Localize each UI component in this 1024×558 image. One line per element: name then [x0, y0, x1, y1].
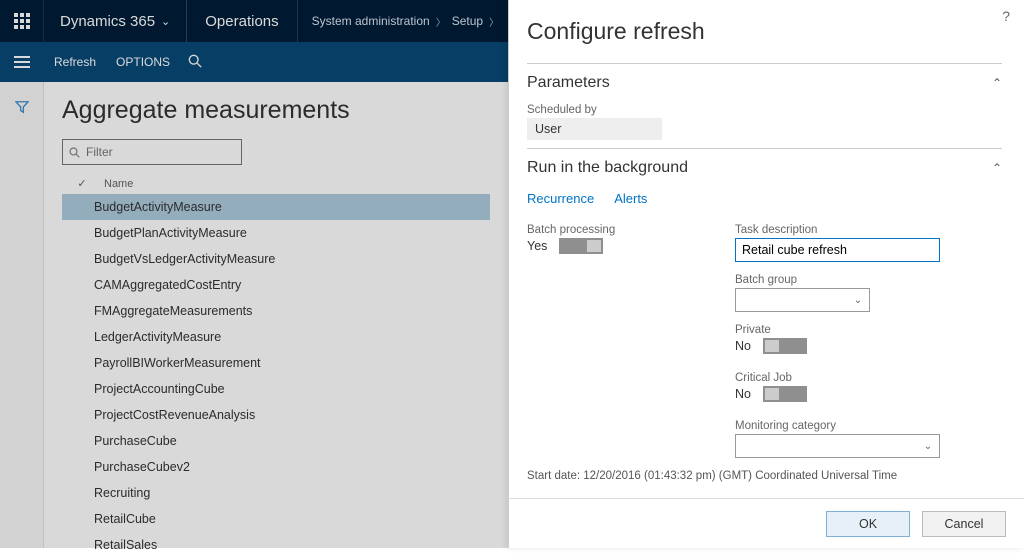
name-column-header[interactable]: Name	[104, 178, 133, 190]
private-label: Private	[735, 324, 945, 336]
pane-title: Configure refresh	[527, 18, 1002, 45]
task-description-label: Task description	[735, 224, 945, 236]
list-item[interactable]: BudgetPlanActivityMeasure	[62, 220, 490, 246]
check-column-header: ✓	[72, 177, 92, 190]
monitoring-select[interactable]: ⌄	[735, 434, 940, 458]
private-toggle[interactable]	[763, 338, 807, 354]
start-date-line: Start date: 12/20/2016 (01:43:32 pm) (GM…	[527, 470, 1002, 482]
chevron-right-icon: 〉	[436, 14, 446, 29]
background-section-header[interactable]: Run in the background ⌃	[527, 148, 1002, 185]
chevron-up-icon: ⌃	[992, 161, 1002, 175]
list-item[interactable]: RetailSales	[62, 532, 490, 558]
list-item[interactable]: Recruiting	[62, 480, 490, 506]
scheduled-by-label: Scheduled by	[527, 104, 1002, 116]
parameters-label: Parameters	[527, 74, 610, 92]
list-item[interactable]: LedgerActivityMeasure	[62, 324, 490, 350]
page-title: Aggregate measurements	[62, 96, 490, 125]
parameters-section-header[interactable]: Parameters ⌃	[527, 63, 1002, 100]
batch-processing-toggle[interactable]	[559, 238, 603, 254]
refresh-button[interactable]: Refresh	[44, 55, 106, 69]
critical-value: No	[735, 387, 751, 401]
list-item[interactable]: ProjectAccountingCube	[62, 376, 490, 402]
configure-refresh-pane: ? Configure refresh Parameters ⌃ Schedul…	[508, 0, 1024, 548]
cancel-button[interactable]: Cancel	[922, 511, 1006, 537]
private-value: No	[735, 339, 751, 353]
brand-dropdown[interactable]: Dynamics 365 ⌄	[44, 0, 187, 42]
search-icon[interactable]	[180, 54, 210, 71]
brand-label: Dynamics 365	[60, 13, 155, 30]
monitoring-label: Monitoring category	[735, 420, 945, 432]
chevron-down-icon: ⌄	[847, 289, 869, 311]
list-item[interactable]: PurchaseCube	[62, 428, 490, 454]
critical-label: Critical Job	[735, 372, 945, 384]
chevron-right-icon: 〉	[489, 14, 499, 29]
background-label: Run in the background	[527, 159, 688, 177]
list-item[interactable]: PayrollBIWorkerMeasurement	[62, 350, 490, 376]
chevron-down-icon: ⌄	[917, 435, 939, 457]
list-item[interactable]: BudgetActivityMeasure	[62, 194, 490, 220]
list-item[interactable]: RetailCube	[62, 506, 490, 532]
critical-toggle[interactable]	[763, 386, 807, 402]
crumb-2[interactable]: Setup	[452, 14, 483, 28]
scheduled-by-value: User	[527, 118, 662, 140]
filter-icon[interactable]	[15, 100, 29, 117]
hamburger-icon[interactable]	[0, 56, 44, 68]
crumb-1[interactable]: System administration	[312, 14, 430, 28]
list-item[interactable]: BudgetVsLedgerActivityMeasure	[62, 246, 490, 272]
module-label[interactable]: Operations	[187, 0, 297, 42]
list-item[interactable]: FMAggregateMeasurements	[62, 298, 490, 324]
breadcrumb: System administration 〉 Setup 〉	[298, 0, 513, 42]
filter-input[interactable]: Filter	[62, 139, 242, 165]
waffle-icon[interactable]	[0, 0, 44, 42]
ok-button[interactable]: OK	[826, 511, 910, 537]
options-button[interactable]: OPTIONS	[106, 55, 180, 69]
list-item[interactable]: CAMAggregatedCostEntry	[62, 272, 490, 298]
chevron-down-icon: ⌄	[161, 15, 170, 28]
chevron-up-icon: ⌃	[992, 76, 1002, 90]
batch-processing-value: Yes	[527, 239, 547, 253]
batch-group-label: Batch group	[735, 274, 945, 286]
task-description-input[interactable]	[735, 238, 940, 262]
batch-group-select[interactable]: ⌄	[735, 288, 870, 312]
list-item[interactable]: ProjectCostRevenueAnalysis	[62, 402, 490, 428]
batch-processing-label: Batch processing	[527, 224, 707, 236]
list-item[interactable]: PurchaseCubev2	[62, 454, 490, 480]
tab-recurrence[interactable]: Recurrence	[527, 191, 594, 206]
filter-placeholder: Filter	[86, 145, 113, 159]
measurement-list: BudgetActivityMeasureBudgetPlanActivityM…	[62, 194, 490, 558]
tab-alerts[interactable]: Alerts	[614, 191, 647, 206]
help-icon[interactable]: ?	[1002, 8, 1010, 24]
